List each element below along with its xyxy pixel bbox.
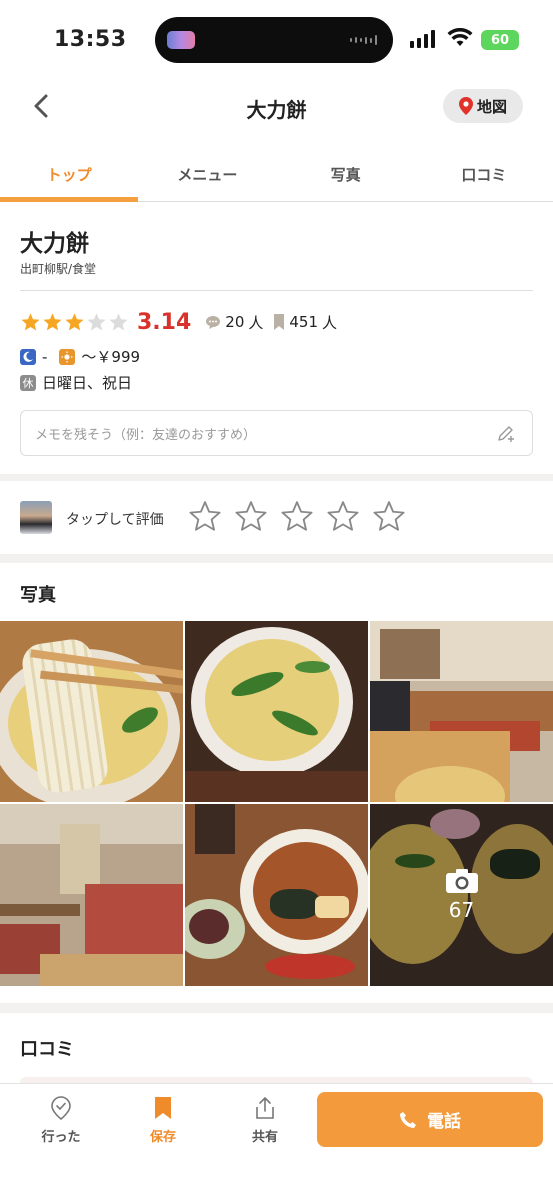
save-count-unit: 人: [322, 313, 338, 332]
call-label: 電話: [427, 1112, 461, 1132]
review-count-value: 20: [225, 313, 245, 331]
tab-photos[interactable]: 写真: [277, 144, 415, 201]
rating-stars: [20, 312, 129, 333]
comment-icon: [206, 315, 221, 329]
tab-top[interactable]: トップ: [0, 144, 139, 202]
shop-area-genre: 出町柳駅/食堂: [20, 262, 97, 276]
rate-bar: タップして評価: [0, 481, 553, 554]
map-button-label: 地図: [476, 97, 507, 116]
photo-thumbnail-more[interactable]: 67: [370, 804, 553, 986]
rate-star-3-icon[interactable]: [280, 500, 314, 534]
tab-menu[interactable]: メニュー: [138, 144, 276, 201]
rate-star-2-icon[interactable]: [234, 500, 268, 534]
shop-name: 大力餅: [20, 231, 89, 257]
battery-indicator: 60: [481, 30, 519, 50]
share-icon: [256, 1097, 274, 1119]
user-avatar: [20, 501, 52, 534]
wifi-icon: [447, 28, 473, 46]
save-button[interactable]: 保存: [123, 1096, 203, 1145]
divider: [20, 290, 533, 291]
edit-pen-icon[interactable]: [496, 423, 516, 443]
star-filled-icon: [21, 312, 40, 330]
shop-info-card: 大力餅 出町柳駅/食堂 3.14 20 人 451 人 - ～￥999 休 日曜…: [0, 202, 553, 474]
photo-thumbnail-soba-mochi[interactable]: [185, 804, 368, 986]
rate-star-5-icon[interactable]: [372, 500, 406, 534]
photo-thumbnail-udon-chopsticks[interactable]: [0, 621, 183, 802]
review-count-unit: 人: [248, 313, 264, 332]
more-photos-count: 67: [448, 898, 475, 922]
map-button[interactable]: 地図: [443, 89, 523, 123]
closed-badge: 休: [20, 374, 36, 391]
visited-check-icon: [51, 1096, 71, 1120]
lunch-price: ～￥999: [81, 348, 141, 366]
visited-label: 行った: [41, 1130, 81, 1145]
rate-label: タップして評価: [66, 512, 164, 528]
cellular-signal-icon: [410, 30, 435, 48]
star-filled-icon: [43, 312, 62, 330]
map-pin-icon: [458, 97, 473, 115]
price-row: - ～￥999: [20, 346, 140, 367]
holiday-row: 休 日曜日、祝日: [20, 372, 132, 393]
reviews-title: 口コミ: [20, 1039, 74, 1060]
status-bar: 13:53 60: [0, 0, 553, 80]
share-label: 共有: [251, 1130, 278, 1145]
bookmark-filled-icon: [155, 1097, 171, 1119]
nav-bar: 大力餅 地図: [0, 80, 553, 144]
tab-bar: トップ メニュー 写真 口コミ: [0, 144, 553, 202]
now-playing-thumbnail: [167, 31, 195, 49]
dynamic-island: [155, 17, 393, 63]
rate-stars: [188, 500, 406, 534]
memo-input[interactable]: メモを残そう（例：友達のおすすめ）: [20, 410, 533, 456]
photos-title: 写真: [20, 585, 56, 606]
share-button[interactable]: 共有: [225, 1096, 305, 1145]
call-button[interactable]: 電話: [317, 1092, 543, 1147]
lunch-sun-icon: [59, 348, 76, 365]
save-count-value: 451: [289, 313, 319, 331]
tab-reviews[interactable]: 口コミ: [415, 144, 553, 201]
rate-star-4-icon[interactable]: [326, 500, 360, 534]
memo-placeholder: メモを残そう（例：友達のおすすめ）: [35, 428, 257, 443]
save-count: 451 人: [273, 312, 337, 333]
audio-wave-icon: [350, 35, 377, 45]
review-count: 20 人: [205, 312, 263, 333]
holidays: 日曜日、祝日: [42, 374, 133, 392]
battery-level: 60: [490, 32, 510, 48]
photo-grid: 67: [0, 621, 553, 986]
dinner-price: -: [42, 347, 48, 366]
save-label: 保存: [149, 1130, 176, 1145]
rating-row[interactable]: 3.14 20 人 451 人: [20, 308, 347, 336]
rate-star-1-icon[interactable]: [188, 500, 222, 534]
camera-icon: [445, 869, 478, 893]
photo-thumbnail-booth-seating[interactable]: [0, 804, 183, 986]
status-time: 13:53: [54, 27, 127, 52]
star-empty-icon: [87, 312, 106, 330]
bottom-action-bar: 行った 保存 共有 電話: [0, 1083, 553, 1200]
phone-icon: [400, 1111, 416, 1128]
star-empty-icon: [109, 312, 128, 330]
dinner-moon-icon: [20, 348, 36, 365]
photo-thumbnail-interior-tables[interactable]: [370, 621, 553, 802]
star-filled-icon: [65, 312, 84, 330]
photos-section: 写真 67: [0, 563, 553, 1003]
reviews-section: 口コミ: [0, 1013, 553, 1097]
more-photos-overlay[interactable]: 67: [370, 804, 553, 986]
rating-score: 3.14: [137, 309, 192, 335]
photo-thumbnail-egg-udon[interactable]: [185, 621, 368, 802]
visited-button[interactable]: 行った: [21, 1096, 101, 1145]
bookmark-icon: [274, 314, 285, 330]
